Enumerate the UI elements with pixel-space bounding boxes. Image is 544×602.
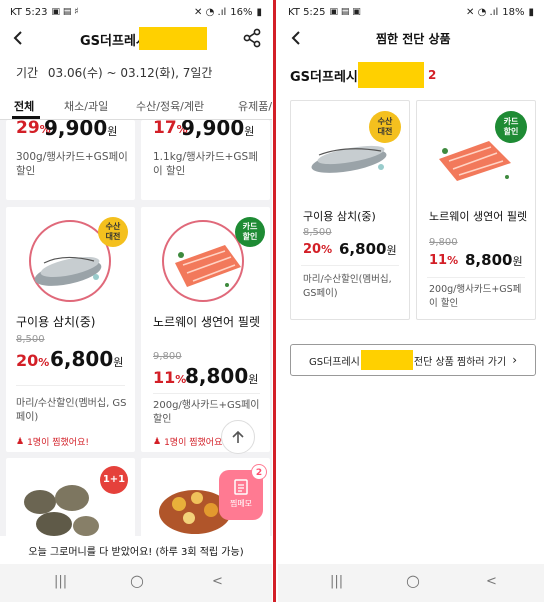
top-bar: 찜한 전단 상품 [278, 24, 544, 54]
product-desc: 마리/수산할인(멤버십, GS페이) [303, 274, 392, 299]
status-bar: KT 5:23 ▣ ▤ ♯ ✕ ◔ .ıl 16% ▮ [0, 0, 272, 24]
discount-percent: 11% [429, 253, 459, 268]
seafood-event-badge: 수산 대전 [98, 217, 128, 247]
recent-apps-icon[interactable]: ||| [330, 574, 343, 589]
period-value: 03.06(수) ~ 03.12(화), 7일간 [47, 66, 213, 80]
memo-label: 찜메모 [229, 499, 253, 508]
product-card[interactable]: 29% 9,900원 300g/행사카드+GS페이 할인 [6, 120, 135, 200]
product-card-mackerel[interactable]: 수산 대전 구이용 삼치(중) 8,500 20% 6,800원 마리/수산할인… [6, 207, 135, 452]
battery-level: 18% [502, 6, 525, 18]
system-nav-bar: ||| ○ < [278, 564, 544, 602]
original-price: 8,500 [303, 227, 332, 238]
tab-seafood-meat-eggs[interactable]: 수산/정육/계란 [136, 98, 204, 114]
system-nav-bar: ||| ○ < [0, 564, 272, 602]
product-desc: 1.1kg/행사카드+GS페이 할인 [153, 151, 258, 177]
status-bar: KT 5:25 ▣ ▤ ▣ ✕ ◔ .ıl 18% ▮ [278, 0, 544, 24]
zzim-count: ♟ 1명이 찜했어요! [16, 436, 89, 449]
share-icon[interactable] [242, 28, 262, 48]
divider [427, 277, 525, 278]
divider [16, 385, 125, 386]
sale-price: 9,900원 [181, 120, 255, 140]
sale-price: 8,800원 [465, 251, 523, 269]
divider [153, 393, 260, 394]
memo-icon [234, 479, 248, 495]
arrow-up-icon [232, 430, 244, 443]
signal-icons: ✕ ◔ .ıl [194, 6, 227, 18]
product-desc: 마리/수산할인(멤버십, GS페이) [16, 398, 127, 423]
tab-dairy[interactable]: 유제품/ [238, 98, 272, 114]
redaction-box [139, 27, 207, 50]
saved-product-card[interactable]: 수산 대전 구이용 삼치(중) 8,500 20% 6,800원 마리/수산할인… [290, 100, 410, 320]
seafood-event-badge: 수산 대전 [369, 111, 401, 143]
product-image [24, 485, 99, 536]
product-name: 노르웨이 생연어 필렛 [429, 210, 528, 223]
go-to-flyer-button[interactable]: GS더프레시 전단 상품 찜하러 가기 › [290, 344, 536, 376]
sale-price: 6,800원 [339, 240, 397, 258]
person-icon: ♟ [16, 436, 25, 447]
chevron-right-icon: › [512, 353, 518, 367]
product-desc: 200g/행사카드+GS페이 할인 [429, 284, 522, 309]
home-icon[interactable]: ○ [130, 571, 144, 590]
battery-level: 16% [230, 6, 253, 18]
goto-label: 전단 상품 찜하러 가기 [413, 356, 507, 368]
saved-product-card[interactable]: 카드 할인 노르웨이 생연어 필렛 9,800 11% 8,800원 200g/… [416, 100, 536, 320]
period-row: 기간 03.06(수) ~ 03.12(화), 7일간 [0, 54, 272, 94]
battery-icon: ▮ [528, 6, 534, 18]
divider [301, 265, 399, 266]
discount-percent: 20% [16, 351, 50, 370]
redaction-box [358, 62, 424, 88]
store-title: GS더프레시 [290, 70, 358, 85]
signal-icons: ✕ ◔ .ıl [466, 6, 499, 18]
recent-apps-icon[interactable]: ||| [54, 574, 67, 589]
original-price: 9,800 [153, 351, 182, 362]
status-time: KT 5:23 [10, 6, 48, 18]
left-screen: KT 5:23 ▣ ▤ ♯ ✕ ◔ .ıl 16% ▮ GS더프레시 기간 03… [0, 0, 272, 602]
period-label: 기간 [16, 66, 39, 80]
tab-all[interactable]: 전체 [14, 98, 34, 114]
system-back-icon[interactable]: < [212, 574, 223, 589]
card-discount-badge: 카드 할인 [235, 217, 265, 247]
back-arrow-icon[interactable] [286, 27, 308, 49]
product-card[interactable]: 찜메모 2 [141, 458, 270, 538]
product-card[interactable]: 17% 9,900원 1.1kg/행사카드+GS페이 할인 [141, 120, 270, 200]
zzim-count: ♟ 1명이 찜했어요 [153, 436, 223, 449]
home-icon[interactable]: ○ [406, 571, 420, 590]
memo-button[interactable]: 찜메모 2 [219, 464, 267, 520]
system-back-icon[interactable]: < [486, 574, 497, 589]
tab-vegetables-fruit[interactable]: 채소/과일 [64, 98, 108, 114]
discount-percent: 11% [153, 368, 187, 387]
discount-percent: 20% [303, 242, 333, 257]
card-discount-badge: 카드 할인 [495, 111, 527, 143]
redaction-box [360, 350, 413, 370]
product-name: 구이용 삼치(중) [303, 210, 376, 223]
person-icon: ♟ [153, 436, 162, 447]
active-tab-indicator [12, 116, 40, 119]
sale-price: 8,800원 [185, 364, 259, 388]
page-title: 찜한 전단 상품 [376, 32, 451, 46]
product-desc: 300g/행사카드+GS페이 할인 [16, 151, 128, 177]
original-price: 9,800 [429, 237, 458, 248]
store-title: GS더프레시 [80, 34, 148, 49]
memo-count-badge: 2 [251, 464, 267, 480]
original-price: 8,500 [16, 334, 45, 345]
toast-message: 오늘 그로머니를 다 받았어요! (하루 3회 적립 가능) [0, 536, 272, 564]
product-card-salmon[interactable]: 카드 할인 노르웨이 생연어 필렛 9,800 11% 8,800원 200g/… [141, 207, 270, 452]
sale-price: 9,900원 [44, 120, 118, 140]
top-bar: GS더프레시 [0, 24, 272, 54]
category-tabs: 전체 채소/과일 수산/정육/계란 유제품/ [0, 94, 272, 120]
product-name: 구이용 삼치(중) [16, 315, 96, 329]
sale-price: 6,800원 [50, 347, 124, 371]
right-screen: KT 5:25 ▣ ▤ ▣ ✕ ◔ .ıl 18% ▮ 찜한 전단 상품 GS더… [278, 0, 544, 602]
one-plus-one-badge: 1+1 [100, 466, 128, 494]
product-name: 노르웨이 생연어 필렛 [153, 315, 260, 329]
notification-icons: ▣ ▤ ♯ [51, 7, 79, 17]
zzim-count-total: 2 [428, 68, 437, 82]
back-arrow-icon[interactable] [8, 27, 30, 49]
product-card[interactable]: 1+1 [6, 458, 135, 538]
goto-store: GS더프레시 [308, 356, 360, 368]
scroll-to-top-button[interactable] [221, 420, 255, 454]
notification-icons: ▣ ▤ ▣ [329, 7, 361, 17]
status-time: KT 5:25 [288, 6, 326, 18]
battery-icon: ▮ [256, 6, 262, 18]
